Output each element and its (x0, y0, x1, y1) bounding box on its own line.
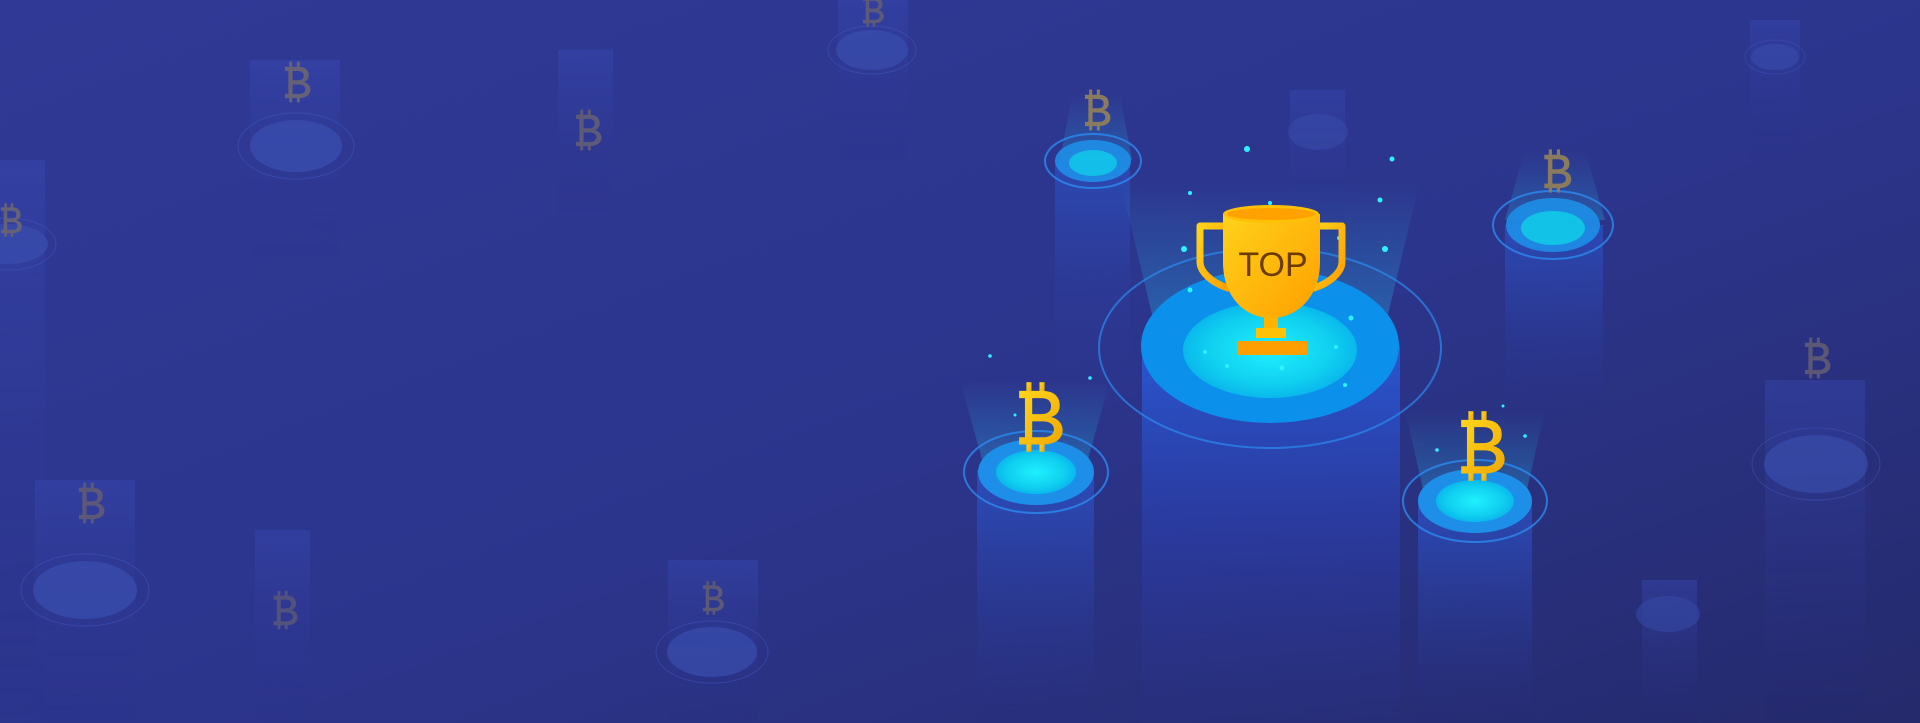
faded-pillar (255, 530, 310, 723)
coin-pillar-left (960, 354, 1110, 723)
faded-pillar (1751, 337, 1881, 723)
coin-pillar-right (1402, 404, 1548, 723)
faded-pillar (237, 60, 355, 260)
faded-pillar (1744, 20, 1806, 160)
crypto-trophy-banner: TOP (0, 0, 1920, 723)
trophy-label: TOP (1238, 246, 1307, 284)
faded-pillar (1636, 580, 1700, 723)
faded-pillar (655, 560, 769, 723)
faded-pillar (827, 0, 917, 160)
faded-pillar (20, 480, 150, 723)
trophy-pillar: TOP (1098, 146, 1442, 723)
faded-pillar (558, 50, 613, 220)
